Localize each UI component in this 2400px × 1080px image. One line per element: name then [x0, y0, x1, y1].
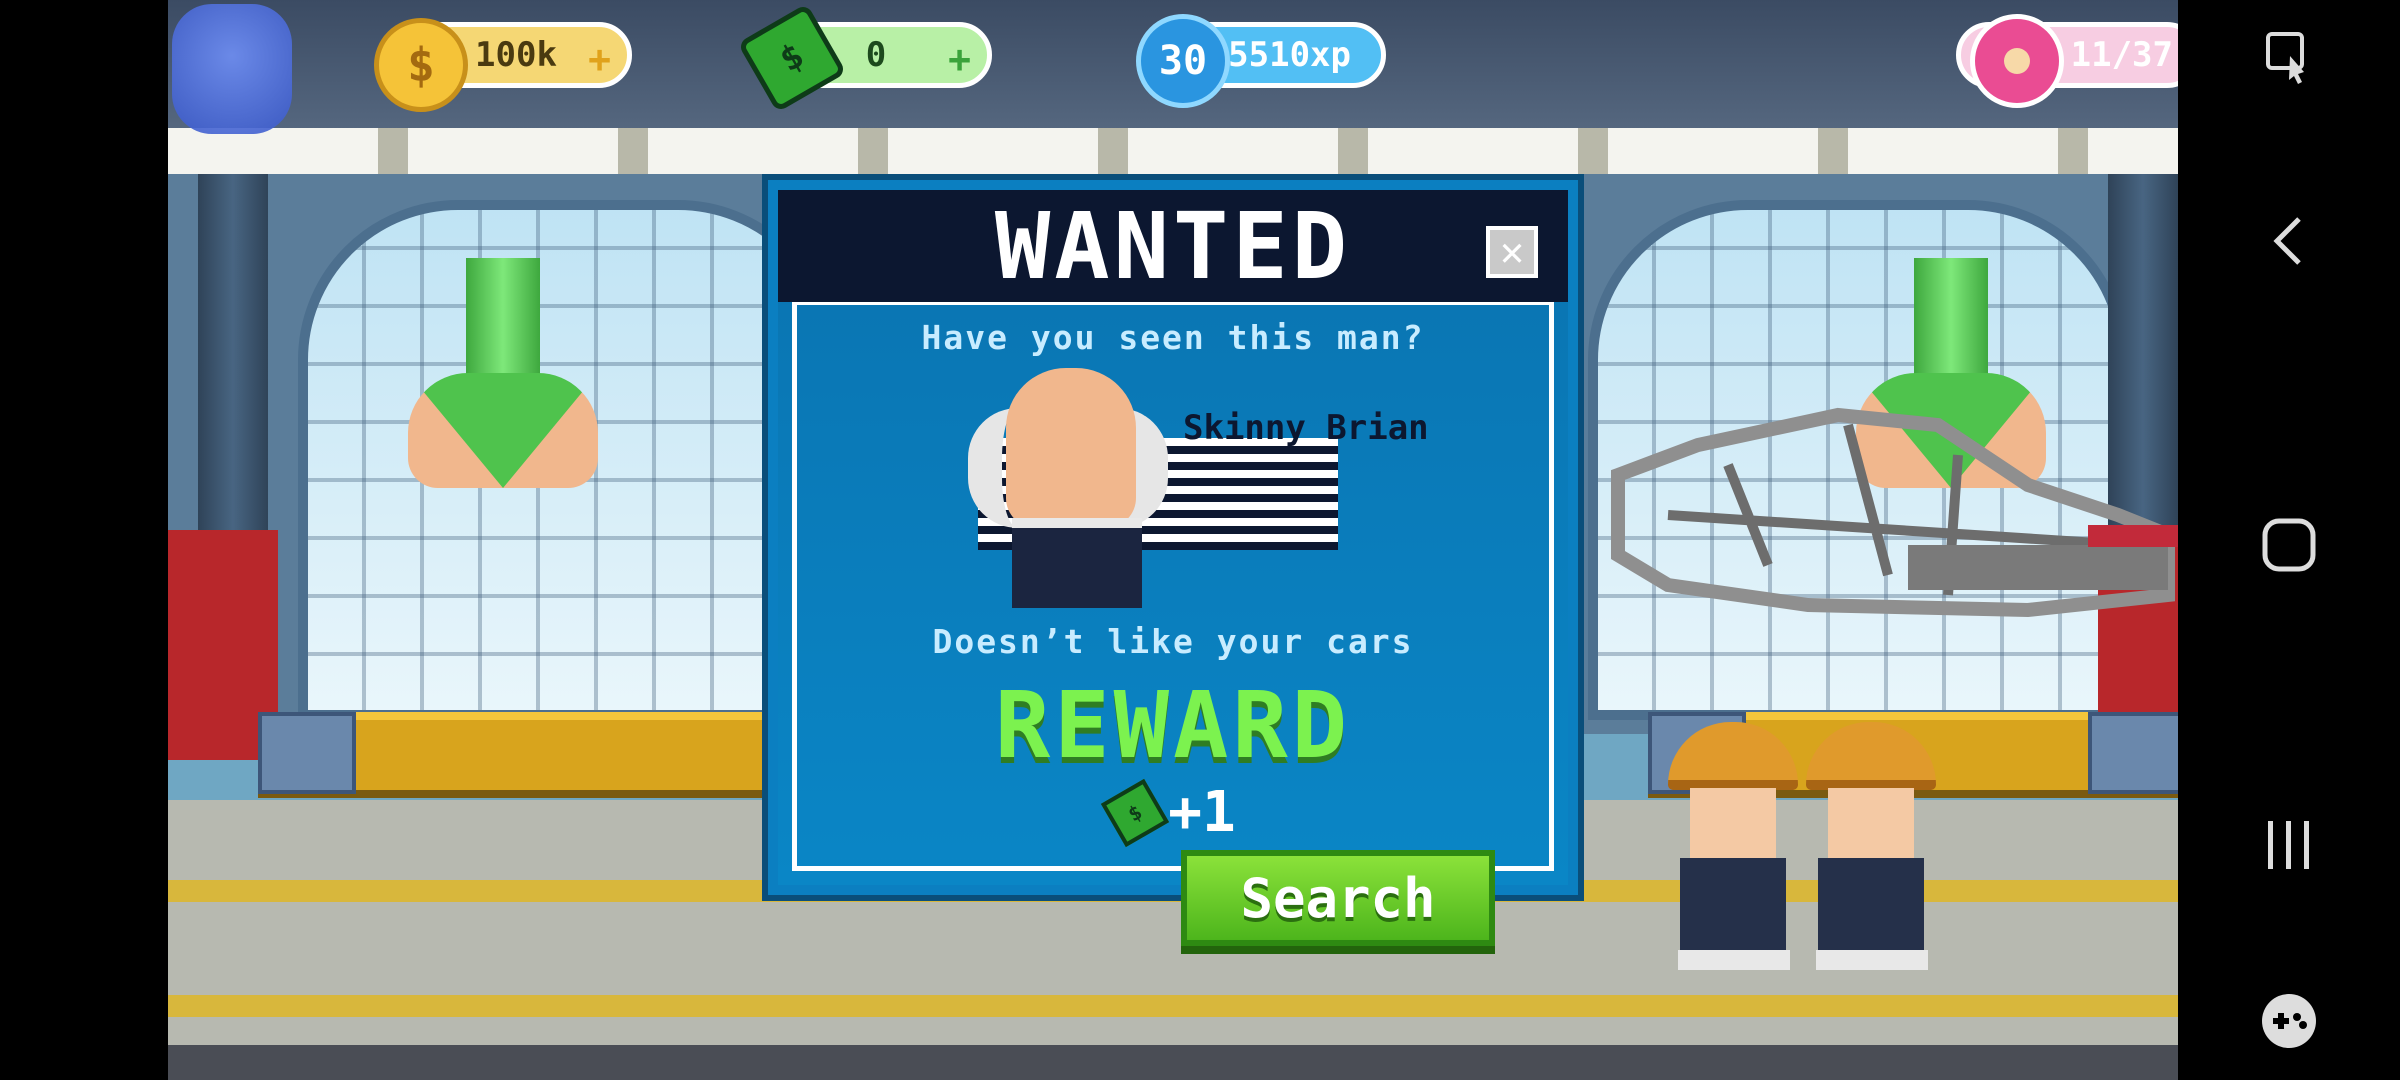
reward-row: $ +1: [778, 778, 1568, 847]
suspect-portrait: [968, 368, 1338, 608]
floor-edge: [168, 1045, 2178, 1080]
reward-amount: +1: [1168, 780, 1236, 845]
belt-end-left: [258, 712, 356, 794]
ceiling-rail: [168, 128, 2178, 180]
game-tools-icon[interactable]: [2178, 976, 2400, 1066]
cash-icon: $: [1101, 778, 1170, 847]
screen-capture-icon[interactable]: [2178, 12, 2400, 102]
close-button[interactable]: ✕: [1486, 226, 1538, 278]
cash-plus-icon[interactable]: +: [948, 37, 971, 81]
level-value: 30: [1158, 38, 1208, 84]
dialog-header: WANTED: [778, 190, 1568, 302]
suspect-head: [1006, 368, 1136, 528]
suspect-shirt: [1012, 518, 1142, 608]
floor-stripe: [168, 995, 2178, 1017]
car-chassis[interactable]: [1608, 395, 2178, 630]
dialog-title: WANTED: [994, 192, 1352, 300]
suspect-name: Skinny Brian: [1183, 408, 1429, 448]
worker-character[interactable]: [1668, 722, 1798, 972]
system-navigation-bar: [2178, 0, 2400, 1080]
cash-value: 0: [865, 35, 887, 75]
coins-plus-icon[interactable]: +: [588, 37, 611, 81]
worker-character[interactable]: [1806, 722, 1936, 972]
dialog-subtitle: Have you seen this man?: [921, 318, 1425, 357]
coins-value: 100k: [475, 35, 557, 75]
suspect-description: Doesn’t like your cars: [932, 622, 1414, 661]
game-viewport[interactable]: 100k + $ 0 + $ 125510xp 30 11/37 WANTED …: [168, 0, 2178, 1080]
recents-icon[interactable]: [2178, 800, 2400, 890]
wanted-dialog: WANTED ✕ Have you seen this man? Skinny …: [768, 180, 1578, 895]
search-button[interactable]: Search: [1181, 850, 1495, 946]
belt-end-far-right: [2088, 712, 2178, 794]
donut-icon: [1970, 14, 2064, 108]
donut-value: 11/37: [2070, 35, 2173, 75]
back-icon[interactable]: [2178, 196, 2400, 286]
reward-label: REWARD: [994, 672, 1352, 779]
player-avatar[interactable]: [172, 4, 292, 134]
level-badge: 30: [1136, 14, 1230, 108]
drop-arrow-left-icon[interactable]: [408, 258, 598, 488]
home-icon[interactable]: [2178, 500, 2400, 590]
coin-icon: $: [374, 18, 468, 112]
